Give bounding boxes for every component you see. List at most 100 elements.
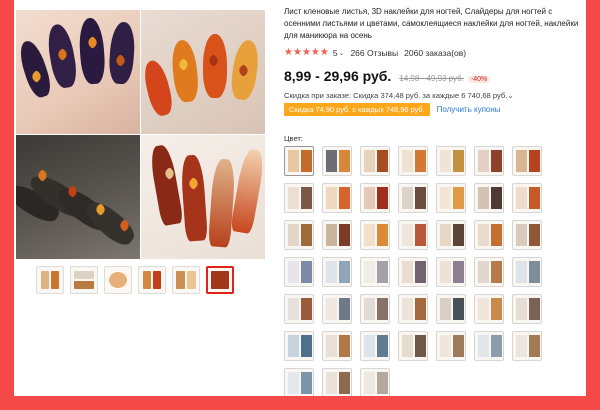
color-swatch-41[interactable] — [474, 331, 504, 361]
color-swatch-21[interactable] — [512, 220, 542, 250]
swatch-image — [440, 187, 451, 209]
color-swatch-43[interactable] — [284, 368, 314, 396]
swatch-image — [301, 261, 312, 283]
bulk-discount[interactable]: Скидка при заказе: Скидка 374,48 руб. за… — [284, 91, 514, 100]
color-swatch-18[interactable] — [398, 220, 428, 250]
get-coupons-link[interactable]: Получить купоны — [437, 105, 501, 114]
color-swatch-10[interactable] — [360, 183, 390, 213]
color-swatch-32[interactable] — [398, 294, 428, 324]
color-swatch-25[interactable] — [398, 257, 428, 287]
color-swatch-27[interactable] — [474, 257, 504, 287]
color-swatch-44[interactable] — [322, 368, 352, 396]
color-swatch-42[interactable] — [512, 331, 542, 361]
color-swatch-33[interactable] — [436, 294, 466, 324]
swatch-image — [415, 187, 426, 209]
color-swatch-3[interactable] — [360, 146, 390, 176]
swatch-image — [377, 335, 388, 357]
color-swatch-4[interactable] — [398, 146, 428, 176]
product-photo-4[interactable] — [141, 135, 265, 259]
chevron-down-icon[interactable]: ⌄ — [339, 49, 345, 57]
color-swatch-35[interactable] — [512, 294, 542, 324]
color-swatch-40[interactable] — [436, 331, 466, 361]
color-swatch-34[interactable] — [474, 294, 504, 324]
color-swatch-24[interactable] — [360, 257, 390, 287]
color-swatch-6[interactable] — [474, 146, 504, 176]
swatch-image — [364, 224, 375, 246]
thumbnail-3[interactable] — [104, 266, 132, 294]
product-page: Лист кленовые листья, 3D наклейки для но… — [14, 0, 586, 396]
color-swatch-45[interactable] — [360, 368, 390, 396]
swatch-image — [326, 335, 337, 357]
color-swatch-31[interactable] — [360, 294, 390, 324]
color-swatch-28[interactable] — [512, 257, 542, 287]
color-swatch-17[interactable] — [360, 220, 390, 250]
color-swatch-1[interactable] — [284, 146, 314, 176]
color-swatch-9[interactable] — [322, 183, 352, 213]
color-swatch-39[interactable] — [398, 331, 428, 361]
product-title: Лист кленовые листья, 3D наклейки для но… — [284, 7, 579, 40]
old-price: 14,98 - 49,93 руб. — [399, 74, 464, 83]
color-swatch-36[interactable] — [284, 331, 314, 361]
swatch-image — [478, 150, 489, 172]
product-photo-1[interactable] — [16, 10, 140, 134]
swatch-image — [440, 150, 451, 172]
color-swatch-14[interactable] — [512, 183, 542, 213]
product-photo-3[interactable] — [16, 135, 140, 259]
chevron-down-icon: ⌄ — [507, 91, 514, 100]
swatch-image — [364, 372, 375, 394]
swatch-image — [440, 261, 451, 283]
rating-value[interactable]: 5 — [333, 48, 338, 58]
product-photo-2[interactable] — [141, 10, 265, 134]
swatch-image — [491, 261, 502, 283]
swatch-image — [415, 298, 426, 320]
thumbnail-strip — [36, 266, 234, 294]
product-info: Лист кленовые листья, 3D наклейки для но… — [284, 0, 586, 396]
swatch-image — [453, 298, 464, 320]
star-rating: ★★★★★ — [284, 47, 329, 58]
swatch-image — [516, 150, 527, 172]
color-swatch-2[interactable] — [322, 146, 352, 176]
swatch-image — [453, 335, 464, 357]
color-swatch-29[interactable] — [284, 294, 314, 324]
swatch-image — [478, 187, 489, 209]
star-icon: ★ — [301, 47, 311, 58]
color-swatch-37[interactable] — [322, 331, 352, 361]
swatch-image — [288, 261, 299, 283]
thumbnail-4[interactable] — [138, 266, 166, 294]
color-swatch-38[interactable] — [360, 331, 390, 361]
color-swatch-23[interactable] — [322, 257, 352, 287]
color-swatch-11[interactable] — [398, 183, 428, 213]
reviews-link[interactable]: 266 Отзывы — [350, 48, 398, 58]
color-swatch-15[interactable] — [284, 220, 314, 250]
swatch-image — [478, 261, 489, 283]
color-swatch-26[interactable] — [436, 257, 466, 287]
color-swatch-22[interactable] — [284, 257, 314, 287]
swatch-image — [377, 187, 388, 209]
color-swatch-5[interactable] — [436, 146, 466, 176]
color-swatch-20[interactable] — [474, 220, 504, 250]
orders-count: 2060 заказа(ов) — [404, 47, 467, 58]
coupon-row: Скидка 74,90 руб. с каждых 748,96 руб. П… — [284, 103, 501, 116]
color-swatch-8[interactable] — [284, 183, 314, 213]
color-swatch-30[interactable] — [322, 294, 352, 324]
swatch-image — [326, 372, 337, 394]
swatch-image — [339, 261, 350, 283]
color-swatch-7[interactable] — [512, 146, 542, 176]
swatch-image — [453, 187, 464, 209]
swatch-image — [516, 224, 527, 246]
color-swatch-13[interactable] — [474, 183, 504, 213]
thumbnail-1[interactable] — [36, 266, 64, 294]
swatch-image — [415, 224, 426, 246]
color-swatch-19[interactable] — [436, 220, 466, 250]
swatch-image — [301, 298, 312, 320]
price-row: 8,99 - 29,96 руб. 14,98 - 49,93 руб. -40… — [284, 68, 491, 84]
color-swatch-16[interactable] — [322, 220, 352, 250]
coupon-badge[interactable]: Скидка 74,90 руб. с каждых 748,96 руб. — [284, 103, 430, 116]
thumbnail-2[interactable] — [70, 266, 98, 294]
swatch-image — [377, 261, 388, 283]
thumbnail-6-selected[interactable] — [206, 266, 234, 294]
swatch-image — [402, 261, 413, 283]
color-swatch-12[interactable] — [436, 183, 466, 213]
thumbnail-5[interactable] — [172, 266, 200, 294]
swatch-image — [491, 187, 502, 209]
